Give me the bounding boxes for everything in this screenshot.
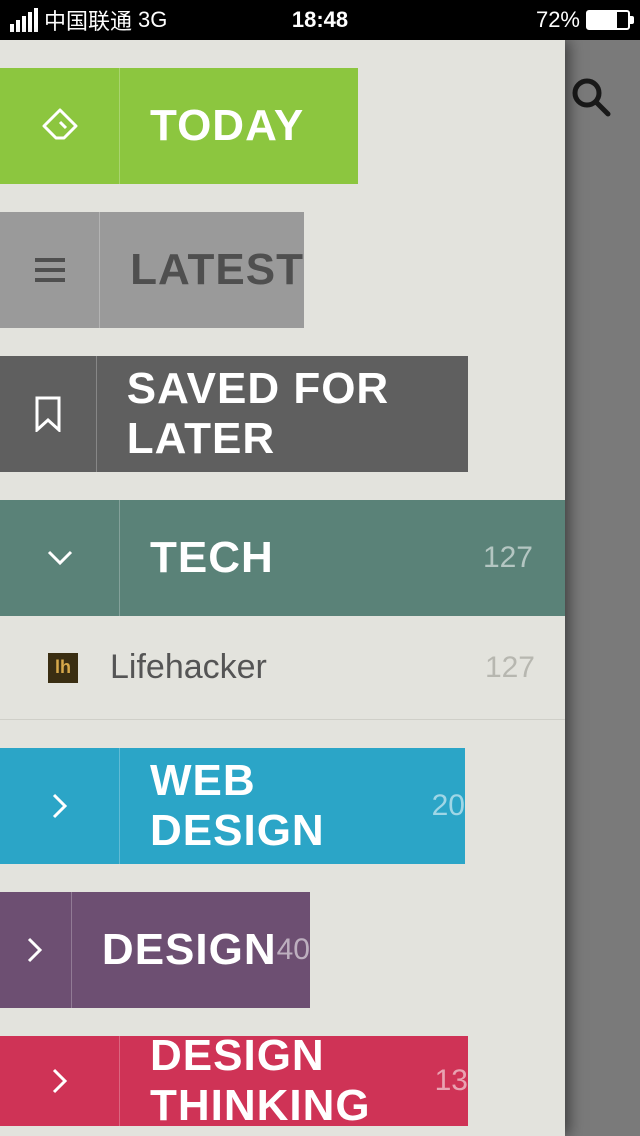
chevron-right-icon: [50, 1066, 70, 1096]
sidebar-item-saved[interactable]: SAVED FOR LATER: [0, 356, 468, 472]
sidebar-item-label: TODAY: [150, 101, 304, 151]
category-count: 40: [277, 933, 310, 967]
category-design-thinking[interactable]: DESIGN THINKING 13: [0, 1036, 468, 1126]
battery-icon: [586, 10, 630, 30]
category-label: WEB DESIGN: [150, 756, 432, 856]
feedly-icon: [40, 106, 80, 146]
category-label: TECH: [150, 533, 274, 583]
feed-name: Lifehacker: [110, 648, 485, 687]
sidebar-item-latest[interactable]: LATEST: [0, 212, 304, 328]
chevron-down-icon: [45, 548, 75, 568]
network-label: 3G: [138, 7, 167, 33]
category-count: 13: [435, 1064, 468, 1098]
carrier-label: 中国联通: [44, 4, 132, 36]
sidebar: TODAY LATEST SAVED FOR LATER TECH 127 lh…: [0, 40, 565, 1136]
category-label: DESIGN: [102, 925, 277, 975]
battery-pct: 72%: [536, 7, 580, 33]
status-right: 72%: [536, 7, 630, 33]
category-design[interactable]: DESIGN 40: [0, 892, 310, 1008]
feed-favicon: lh: [48, 653, 78, 683]
status-bar: 中国联通 3G 18:48 72%: [0, 0, 640, 40]
status-left: 中国联通 3G: [10, 4, 167, 36]
chevron-right-icon: [25, 935, 45, 965]
feed-row[interactable]: lh Lifehacker 127: [0, 616, 565, 720]
category-web-design[interactable]: WEB DESIGN 20: [0, 748, 465, 864]
clock: 18:48: [292, 7, 348, 33]
category-count: 127: [483, 541, 533, 575]
feed-count: 127: [485, 651, 535, 685]
sidebar-item-today[interactable]: TODAY: [0, 68, 358, 184]
sidebar-item-label: LATEST: [130, 245, 304, 295]
chevron-right-icon: [50, 791, 70, 821]
signal-icon: [10, 8, 38, 32]
category-label: DESIGN THINKING: [150, 1031, 435, 1131]
hamburger-icon: [33, 256, 67, 284]
bookmark-icon: [35, 396, 61, 432]
sidebar-item-label: SAVED FOR LATER: [127, 364, 468, 464]
category-count: 20: [432, 789, 465, 823]
category-tech[interactable]: TECH 127: [0, 500, 565, 616]
